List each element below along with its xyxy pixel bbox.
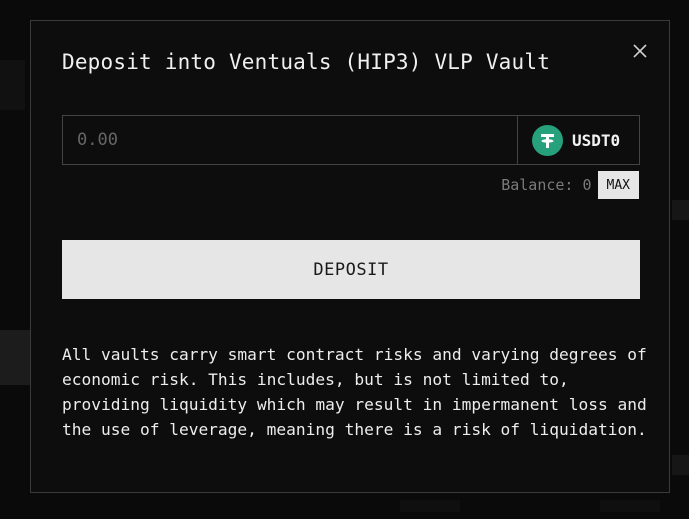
modal-title: Deposit into Ventuals (HIP3) VLP Vault [62, 50, 551, 74]
close-icon [633, 44, 647, 58]
token-selector[interactable]: USDT0 [517, 116, 639, 164]
usdt-icon [532, 124, 563, 156]
background-element [400, 500, 460, 512]
balance-row: Balance: 0 MAX [501, 171, 639, 199]
amount-field-group: USDT0 [62, 115, 640, 165]
deposit-modal: Deposit into Ventuals (HIP3) VLP Vault U… [30, 20, 670, 493]
risk-disclaimer: All vaults carry smart contract risks an… [62, 345, 647, 439]
background-element [600, 500, 660, 512]
token-symbol: USDT0 [572, 130, 621, 150]
amount-input[interactable] [63, 116, 517, 164]
background-element [672, 455, 689, 475]
background-element [672, 200, 689, 220]
close-button[interactable] [628, 39, 652, 63]
background-element [0, 60, 25, 110]
max-button[interactable]: MAX [597, 171, 639, 199]
background-element [0, 330, 30, 385]
deposit-button[interactable]: DEPOSIT [62, 240, 640, 299]
balance-text: Balance: 0 [501, 176, 592, 194]
